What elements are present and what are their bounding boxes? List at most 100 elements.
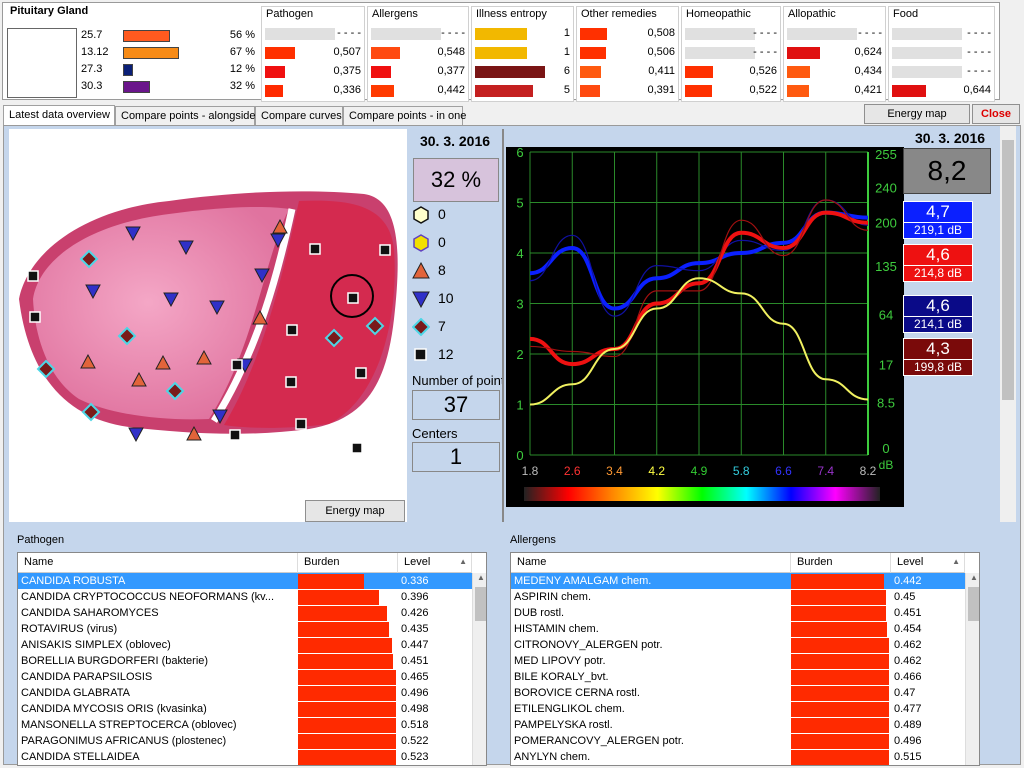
table-scrollbar-thumb[interactable] — [475, 587, 486, 621]
pathogen-table[interactable]: Name Burden Level ▲ CANDIDA ROBUSTA 0.336… — [17, 552, 487, 766]
category-row-value: 1 — [563, 46, 570, 58]
category-row-value: - - - - — [967, 65, 991, 77]
tab-compare-curves[interactable]: Compare curves — [255, 106, 343, 126]
scroll-up-icon[interactable]: ▲ — [966, 573, 979, 587]
x-tick-label: 6.6 — [775, 464, 792, 478]
category-row-bar — [475, 66, 545, 78]
category-row: - - - - — [265, 27, 361, 41]
table-row[interactable]: PARAGONIMUS AFRICANUS (plostenec) 0.522 — [18, 733, 472, 749]
centers-value: 1 — [412, 442, 500, 472]
main-scrollbar-thumb[interactable] — [1002, 140, 1014, 400]
tab-compare-points-in-one[interactable]: Compare points - in one — [343, 106, 466, 126]
table-row[interactable]: CANDIDA MYCOSIS ORIS (kvasinka) 0.498 — [18, 701, 472, 717]
close-button[interactable]: Close — [972, 104, 1020, 124]
diamond-icon — [411, 317, 431, 337]
category-food: Food - - - - - - - - - - - - 0,644 — [888, 6, 995, 102]
table-row[interactable]: BORELLIA BURGDORFERI (bakterie) 0.451 — [18, 653, 472, 669]
category-row-value: 0,644 — [963, 84, 991, 96]
energy-map-top-button[interactable]: Energy map — [864, 104, 970, 124]
table-row[interactable]: CITRONOVY_ALERGEN potr. 0.462 — [511, 637, 965, 653]
tab-latest-data-overview[interactable]: Latest data overview — [3, 105, 115, 126]
tab-compare-points-alongside[interactable]: Compare points - alongside — [115, 106, 256, 126]
table-row[interactable]: MANSONELLA STREPTOCERCA (oblovec) 0.518 — [18, 717, 472, 733]
row-level: 0.45 — [894, 591, 916, 603]
row-level: 0.336 — [401, 575, 429, 587]
scroll-up-icon[interactable]: ▲ — [473, 573, 486, 587]
row-name: BOROVICE CERNA rostl. — [514, 687, 640, 699]
row-burden-bar — [298, 702, 396, 717]
category-row: 0,644 — [892, 84, 991, 98]
x-tick-label: 2.6 — [564, 464, 581, 478]
row-name: MANSONELLA STREPTOCERCA (oblovec) — [21, 719, 237, 731]
category-row: - - - - — [892, 65, 991, 79]
row-level: 0.498 — [401, 703, 429, 715]
table-row[interactable]: CANDIDA SAHAROMYCES 0.426 — [18, 605, 472, 621]
row-name: BORELLIA BURGDORFERI (bakterie) — [21, 655, 209, 667]
table-row[interactable]: DUB rostl. 0.451 — [511, 605, 965, 621]
row-burden-bar — [791, 734, 889, 749]
row-level: 0.518 — [401, 719, 429, 731]
category-row: 0,508 — [580, 27, 675, 41]
category-row-bar — [892, 66, 962, 78]
y-right-tick-label: 17 — [879, 358, 893, 373]
row-name: ASPIRIN chem. — [514, 591, 592, 603]
table-row[interactable]: BOROVICE CERNA rostl. 0.47 — [511, 685, 965, 701]
table-row[interactable]: ANISAKIS SIMPLEX (oblovec) 0.447 — [18, 637, 472, 653]
x-tick-label: 1.8 — [522, 464, 539, 478]
column-header-burden[interactable]: Burden — [298, 553, 398, 573]
category-row: 0,434 — [787, 65, 882, 79]
main-scrollbar[interactable] — [1000, 126, 1016, 522]
column-header-level[interactable]: Level ▲ — [398, 553, 472, 573]
column-header-level[interactable]: Level ▲ — [891, 553, 965, 573]
summary-strip: Pituitary Gland 25.7 56 % 13.12 67 % 27.3 … — [2, 2, 1000, 102]
table-row[interactable]: ROTAVIRUS (virus) 0.435 — [18, 621, 472, 637]
table-scrollbar[interactable]: ▲ — [472, 573, 486, 765]
legend-item-triangle-up: 8 — [412, 259, 498, 281]
channel-value: 4,3 — [926, 339, 950, 358]
category-row-bar — [685, 66, 713, 78]
organ-title: Pituitary Gland — [10, 5, 89, 17]
category-row-value: 0,507 — [333, 46, 361, 58]
category-row: - - - - — [892, 46, 991, 60]
row-level: 0.454 — [894, 623, 922, 635]
table-row[interactable]: BILE KORALY_bvt. 0.466 — [511, 669, 965, 685]
row-burden-bar — [791, 638, 889, 653]
row-level: 0.396 — [401, 591, 429, 603]
category-row-value: - - - - — [753, 27, 777, 39]
category-row: - - - - — [685, 46, 777, 60]
category-row: - - - - — [892, 27, 991, 41]
y-right-tick-label: 135 — [875, 259, 897, 274]
percent-value: 32 % — [413, 158, 499, 202]
row-name: PARAGONIMUS AFRICANUS (plostenec) — [21, 735, 227, 747]
table-row[interactable]: CANDIDA CRYPTOCOCCUS NEOFORMANS (kv... 0… — [18, 589, 472, 605]
row-name: DUB rostl. — [514, 607, 565, 619]
table-row[interactable]: PAMPELYSKA rostl. 0.489 — [511, 717, 965, 733]
row-level: 0.451 — [401, 655, 429, 667]
table-row[interactable]: CANDIDA ROBUSTA 0.336 — [18, 573, 472, 589]
table-row[interactable]: ASPIRIN chem. 0.45 — [511, 589, 965, 605]
energy-map-button[interactable]: Energy map — [305, 500, 405, 522]
table-row[interactable]: CANDIDA STELLAIDEA 0.523 — [18, 749, 472, 765]
table-scrollbar[interactable]: ▲ — [965, 573, 979, 765]
table-row[interactable]: CANDIDA PARAPSILOSIS 0.465 — [18, 669, 472, 685]
table-row[interactable]: MED LIPOVY potr. 0.462 — [511, 653, 965, 669]
category-row-value: 0,336 — [333, 84, 361, 96]
category-row-bar — [475, 28, 527, 40]
column-header-burden[interactable]: Burden — [791, 553, 891, 573]
table-row[interactable]: HISTAMIN chem. 0.454 — [511, 621, 965, 637]
table-row[interactable]: POMERANCOVY_ALERGEN potr. 0.496 — [511, 733, 965, 749]
tissue-image-panel[interactable]: Energy map — [9, 129, 407, 522]
organ-row-percent: 67 % — [229, 46, 255, 58]
table-scrollbar-thumb[interactable] — [968, 587, 979, 621]
allergens-table[interactable]: Name Burden Level ▲ MEDENY AMALGAM chem. … — [510, 552, 980, 766]
column-header-name[interactable]: Name — [511, 553, 791, 573]
row-level: 0.451 — [894, 607, 922, 619]
table-row[interactable]: MEDENY AMALGAM chem. 0.442 — [511, 573, 965, 589]
column-header-name[interactable]: Name — [18, 553, 298, 573]
y-tick-label: 6 — [516, 147, 523, 160]
table-row[interactable]: ETILENGLIKOL chem. 0.477 — [511, 701, 965, 717]
tissue-image[interactable] — [9, 129, 407, 522]
triangle-down-icon — [412, 290, 430, 309]
table-row[interactable]: ANYLYN chem. 0.515 — [511, 749, 965, 765]
table-row[interactable]: CANDIDA GLABRATA 0.496 — [18, 685, 472, 701]
